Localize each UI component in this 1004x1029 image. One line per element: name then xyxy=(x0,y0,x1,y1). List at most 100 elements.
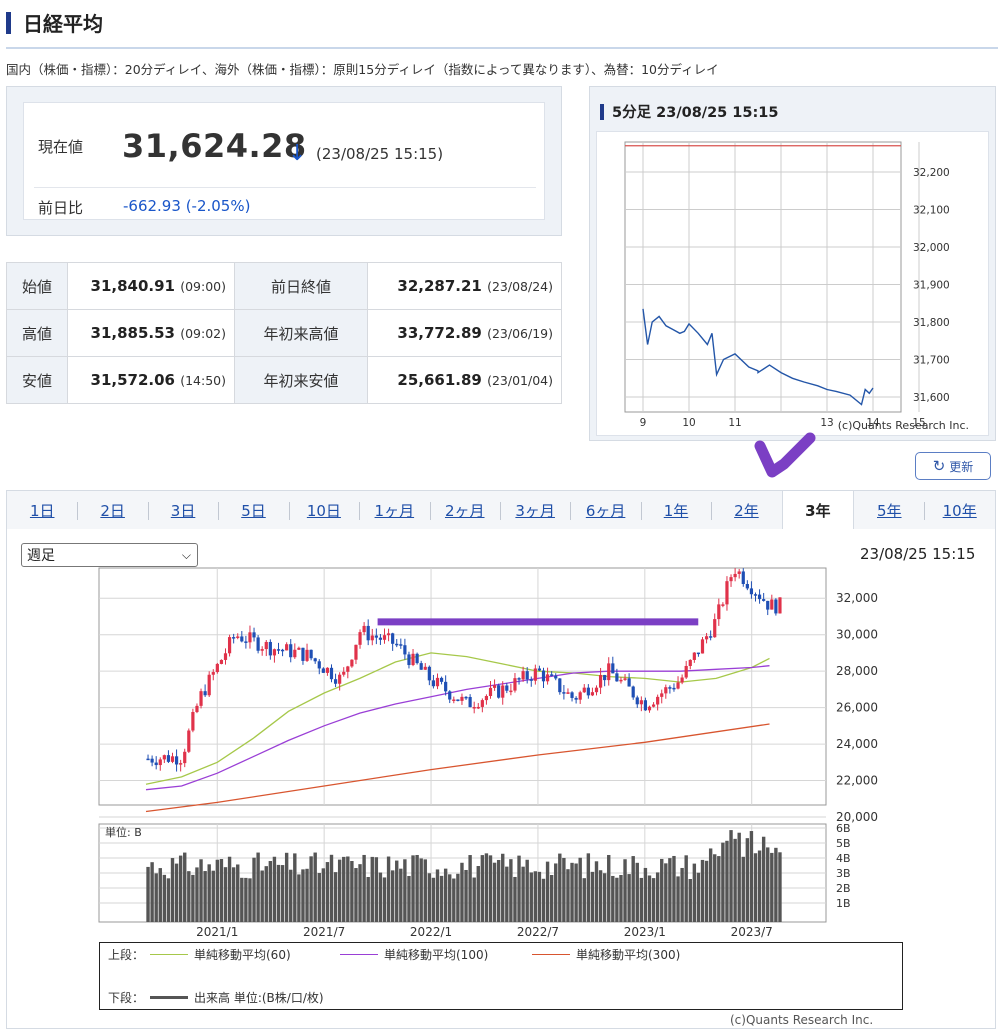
candle-body xyxy=(598,674,603,688)
tab-3[interactable]: 5日 xyxy=(218,491,288,529)
volume-bar xyxy=(187,871,191,922)
volume-bar xyxy=(635,862,639,922)
volume-bar xyxy=(390,870,395,922)
main-y-tick: 30,000 xyxy=(836,628,878,642)
volume-bar xyxy=(378,872,383,922)
tab-10[interactable]: 2年 xyxy=(711,491,781,529)
candle-body xyxy=(199,691,203,706)
volume-bar xyxy=(696,872,701,922)
volume-bar xyxy=(770,852,774,922)
candle-body xyxy=(382,635,387,640)
candle-body xyxy=(439,677,444,682)
candle-body xyxy=(329,667,334,680)
tab-0[interactable]: 1日 xyxy=(7,491,77,529)
volume-bar xyxy=(333,872,338,922)
volume-bar xyxy=(688,878,692,922)
volume-bar xyxy=(761,836,766,922)
page-title-text: 日経平均 xyxy=(23,12,103,36)
tab-12[interactable]: 5年 xyxy=(854,491,924,529)
volume-bar xyxy=(386,856,391,922)
candle-body xyxy=(643,700,648,711)
volume-bar xyxy=(549,874,554,922)
volume-bar xyxy=(443,868,448,922)
intraday-y-tick: 32,100 xyxy=(913,205,950,217)
refresh-button[interactable]: ↻ 更新 xyxy=(915,452,991,480)
candle-body xyxy=(692,652,696,660)
candle-body xyxy=(484,696,489,701)
volume-bar xyxy=(611,875,615,922)
page-title: 日経平均 xyxy=(6,8,103,37)
volume-bar xyxy=(280,865,285,922)
volume-bar xyxy=(272,856,277,922)
volume-bar xyxy=(166,878,171,922)
volume-bar xyxy=(223,867,228,922)
tab-6[interactable]: 2ヶ月 xyxy=(429,491,500,529)
volume-bar xyxy=(578,857,582,922)
tab-4[interactable]: 10日 xyxy=(288,491,359,529)
volume-bar xyxy=(619,874,623,922)
candle-body xyxy=(762,599,766,601)
tab-11[interactable]: 3年 xyxy=(781,491,855,529)
volume-bar xyxy=(305,868,309,922)
volume-bar xyxy=(509,859,513,922)
main-x-tick: 2023/1 xyxy=(624,925,666,939)
candle-body xyxy=(505,685,509,691)
candle-body xyxy=(578,692,582,700)
candle-body xyxy=(631,686,635,698)
volume-bar xyxy=(309,856,313,922)
volume-bar xyxy=(492,862,497,922)
volume-bar xyxy=(623,859,627,922)
tab-5[interactable]: 1ヶ月 xyxy=(359,491,429,529)
tab-9[interactable]: 1年 xyxy=(640,491,711,529)
candle-body xyxy=(468,696,472,708)
intraday-y-tick: 31,900 xyxy=(913,280,950,292)
main-chart-svg: 32,00030,00028,00026,00024,00022,00020,0… xyxy=(98,567,878,939)
volume-bar xyxy=(284,852,289,922)
volume-bar xyxy=(297,874,301,922)
candle-body xyxy=(219,659,224,664)
candle-body xyxy=(207,674,211,696)
volume-bar xyxy=(395,860,399,922)
candle-body xyxy=(713,619,717,638)
candle-body xyxy=(684,665,688,678)
volume-y-tick: 2B xyxy=(836,882,851,895)
intraday-y-tick: 32,000 xyxy=(913,242,950,254)
current-value-timestamp: (23/08/25 15:15) xyxy=(316,145,444,163)
volume-bar xyxy=(354,868,358,922)
candle-body xyxy=(729,577,733,582)
volume-y-tick: 1B xyxy=(836,897,851,910)
volume-bar xyxy=(227,856,232,922)
tab-7[interactable]: 3ヶ月 xyxy=(499,491,570,529)
tab-13[interactable]: 10年 xyxy=(924,491,994,529)
main-y-tick: 28,000 xyxy=(836,664,878,678)
ma100-line xyxy=(145,665,770,791)
candle-body xyxy=(717,604,721,620)
candle-body xyxy=(321,668,325,673)
volume-bar xyxy=(749,831,754,922)
volume-bar xyxy=(313,852,317,922)
check-mark-annotation xyxy=(754,432,816,478)
volume-bar xyxy=(317,873,321,922)
candle-body xyxy=(660,693,664,697)
volume-bar xyxy=(346,856,350,922)
candle-body xyxy=(370,635,374,641)
tab-2[interactable]: 3日 xyxy=(147,491,218,529)
volume-bar xyxy=(582,878,586,922)
main-x-tick: 2023/7 xyxy=(731,925,773,939)
candle-body xyxy=(313,658,317,662)
candle-body xyxy=(386,633,391,636)
legend-upper-label: 上段： xyxy=(108,948,145,962)
volume-y-tick: 3B xyxy=(836,867,851,880)
stat-value: 32,287.21 (23/08/24) xyxy=(367,262,562,310)
candle-body xyxy=(623,678,627,680)
chart-legend: 上段： 単純移動平均(60) 単純移動平均(100) 単純移動平均(300) 下… xyxy=(99,942,903,1010)
volume-bar xyxy=(651,878,656,922)
tab-1[interactable]: 2日 xyxy=(77,491,147,529)
volume-bar xyxy=(721,842,725,922)
volume-bar xyxy=(537,871,542,922)
tab-8[interactable]: 6ヶ月 xyxy=(570,491,640,529)
volume-bar xyxy=(631,856,635,922)
refresh-icon: ↻ xyxy=(932,457,946,475)
candle-body xyxy=(309,649,313,659)
volume-bar xyxy=(496,859,501,922)
